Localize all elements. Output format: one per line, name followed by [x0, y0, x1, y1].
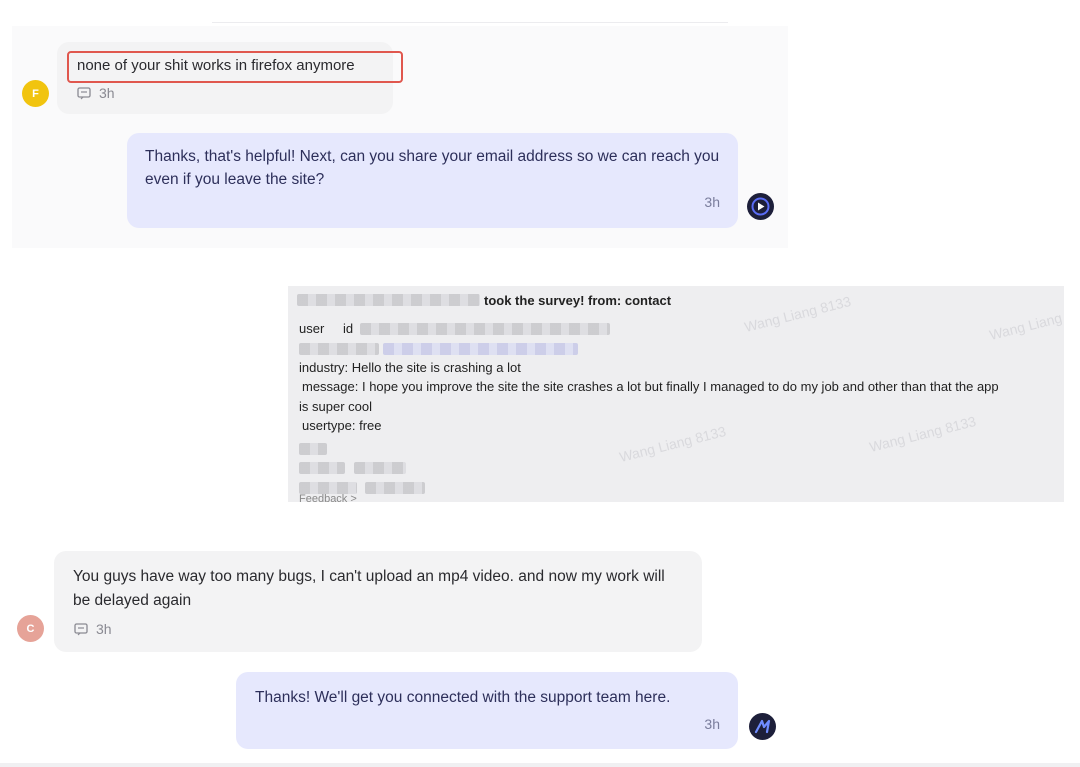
- redacted-text: [297, 294, 480, 306]
- bot-avatar-icon[interactable]: [749, 713, 776, 740]
- comment-icon[interactable]: [74, 622, 88, 636]
- message-timestamp: 3h: [96, 621, 112, 637]
- survey-message: message: I hope you improve the site the…: [302, 379, 999, 394]
- comment-icon[interactable]: [77, 86, 91, 100]
- message-timestamp: 3h: [704, 194, 720, 210]
- redacted-text: [360, 323, 610, 335]
- user-avatar[interactable]: F: [22, 80, 49, 107]
- bot-message-bubble[interactable]: Thanks! We'll get you connected with the…: [236, 672, 738, 749]
- bot-avatar-icon[interactable]: [747, 193, 774, 220]
- survey-industry: industry: Hello the site is crashing a l…: [299, 360, 521, 375]
- redacted-text: [299, 462, 345, 474]
- user-avatar[interactable]: C: [17, 615, 44, 642]
- bot-message-text: Thanks! We'll get you connected with the…: [255, 689, 671, 706]
- redacted-link: [383, 343, 578, 355]
- message-meta: 3h: [77, 85, 115, 101]
- message-timestamp: 3h: [704, 716, 720, 732]
- survey-message-continued: is super cool: [299, 399, 372, 414]
- survey-user-label: user: [299, 321, 325, 336]
- redacted-text: [299, 343, 379, 355]
- watermark-text: Wang Liang 8133: [987, 301, 1064, 343]
- redacted-text: [354, 462, 406, 474]
- survey-id-label: id: [343, 321, 354, 336]
- bot-message-bubble[interactable]: Thanks, that's helpful! Next, can you sh…: [127, 133, 738, 228]
- survey-screenshot: Wang Liang 8133 Wang Liang 8133 Wang Lia…: [288, 286, 1064, 502]
- message-meta: 3h: [74, 621, 112, 637]
- user-message-text: You guys have way too many bugs, I can't…: [73, 568, 665, 609]
- bot-message-text: Thanks, that's helpful! Next, can you sh…: [145, 148, 720, 188]
- survey-feedback-link[interactable]: Feedback >: [299, 493, 357, 502]
- survey-header: took the survey! from: contact: [484, 293, 672, 308]
- message-timestamp: 3h: [99, 85, 115, 101]
- watermark-text: Wang Liang 8133: [867, 413, 978, 455]
- bottom-divider: [0, 763, 1080, 767]
- redacted-text: [299, 443, 327, 455]
- chat-page: F none of your shit works in firefox any…: [0, 0, 1080, 767]
- highlighted-message-text: none of your shit works in firefox anymo…: [67, 51, 403, 83]
- redacted-text: [365, 482, 425, 494]
- user-message-bubble[interactable]: You guys have way too many bugs, I can't…: [54, 551, 702, 652]
- watermark-text: Wang Liang 8133: [742, 293, 853, 335]
- watermark-text: Wang Liang 8133: [617, 423, 728, 465]
- top-divider: [212, 22, 728, 23]
- survey-usertype: usertype: free: [302, 418, 382, 433]
